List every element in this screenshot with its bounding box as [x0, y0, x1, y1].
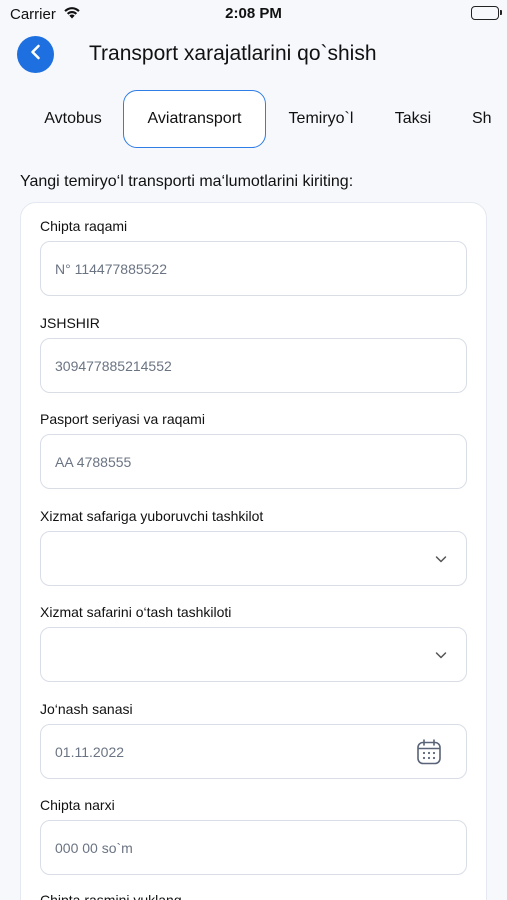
tab-temiryol[interactable]: Temiryo`l — [276, 90, 366, 148]
ticket-number-input[interactable]: N° 114477885522 — [40, 241, 467, 296]
departure-date-value: 01.11.2022 — [55, 744, 125, 760]
hosting-org-select[interactable] — [40, 627, 467, 682]
sending-org-label: Xizmat safariga yuboruvchi tashkilot — [40, 508, 264, 524]
chevron-down-icon — [434, 648, 448, 667]
back-button[interactable] — [17, 36, 54, 73]
passport-value: AA 4788555 — [55, 454, 132, 470]
header: Transport xarajatlarini qo`shish — [0, 36, 507, 74]
status-bar: Carrier 2:08 PM — [0, 0, 507, 30]
passport-label: Pasport seriyasi va raqami — [40, 411, 205, 427]
ticket-number-value: N° 114477885522 — [55, 261, 167, 277]
jshshir-input[interactable]: 309477885214552 — [40, 338, 467, 393]
chevron-down-icon — [434, 552, 448, 571]
chevron-left-icon — [29, 44, 43, 65]
departure-date-label: Jo‘nash sanasi — [40, 701, 133, 717]
status-time: 2:08 PM — [225, 5, 282, 22]
ticket-price-value: 000 00 so`m — [55, 840, 133, 856]
sending-org-select[interactable] — [40, 531, 467, 586]
form-intro-text: Yangi temiryo‘l transporti ma‘lumotlarin… — [20, 173, 354, 190]
battery-icon — [471, 6, 502, 20]
ticket-number-label: Chipta raqami — [40, 218, 128, 234]
hosting-org-label: Xizmat safarini o‘tash tashkiloti — [40, 604, 232, 620]
transport-tabs: Avtobus Aviatransport Temiryo`l Taksi Sh — [0, 90, 507, 148]
ticket-image-label: Chipta rasmini yuklang — [40, 892, 182, 900]
jshshir-value: 309477885214552 — [55, 358, 172, 374]
jshshir-label: JSHSHIR — [40, 315, 100, 331]
ticket-price-input[interactable]: 000 00 so`m — [40, 820, 467, 875]
tab-taksi[interactable]: Taksi — [380, 90, 446, 148]
ticket-price-label: Chipta narxi — [40, 797, 115, 813]
tab-partial[interactable]: Sh — [464, 90, 504, 148]
tab-aviatransport[interactable]: Aviatransport — [123, 90, 266, 148]
passport-input[interactable]: AA 4788555 — [40, 434, 467, 489]
calendar-icon[interactable] — [416, 738, 442, 771]
departure-date-input[interactable]: 01.11.2022 — [40, 724, 467, 779]
page-title: Transport xarajatlarini qo`shish — [89, 42, 377, 65]
tab-avtobus[interactable]: Avtobus — [28, 90, 118, 148]
